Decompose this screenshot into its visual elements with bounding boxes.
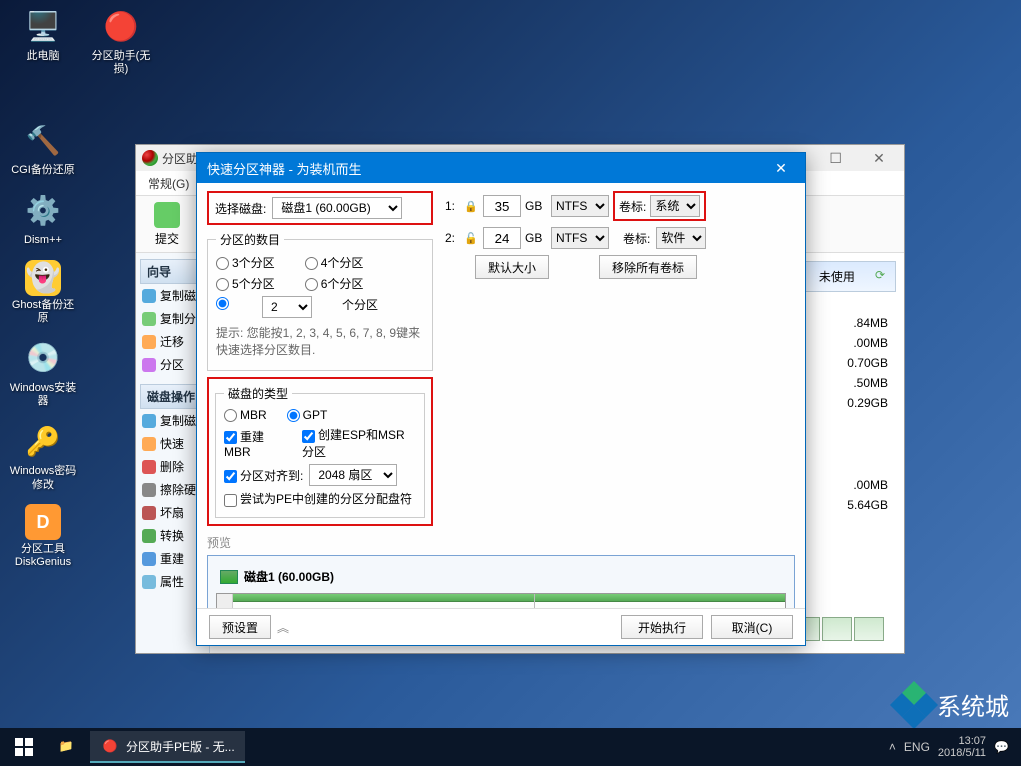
left-column: 选择磁盘: 磁盘1 (60.00GB) 分区的数目 3个分区 4个分区 5个分区… (207, 191, 433, 526)
dialog-title: 快速分区神器 - 为装机而生 (207, 159, 362, 178)
check-align[interactable]: 分区对齐到: (224, 467, 303, 484)
watermark: 系统城 (897, 687, 1009, 722)
desktop-icons: 🖥️此电脑 🔴分区助手(无损) 🔨CGI备份还原 ⚙️Dism++ 👻Ghost… (8, 5, 78, 581)
radio-5parts[interactable]: 5个分区 (216, 275, 275, 292)
start-button[interactable]: 开始执行 (621, 615, 703, 639)
preset-button[interactable]: 预设置 (209, 615, 271, 639)
taskbar-item-app[interactable]: 🔴 分区助手PE版 - 无... (90, 731, 245, 763)
segment-system[interactable]: 系统 35.00GB NTFS (233, 594, 534, 608)
start-button[interactable] (4, 728, 44, 766)
radio-3parts[interactable]: 3个分区 (216, 254, 275, 271)
ime-indicator[interactable]: ENG (904, 740, 930, 754)
default-size-button[interactable]: 默认大小 (475, 255, 549, 279)
app-icon (142, 150, 158, 166)
system-tray: ˄ ENG 13:07 2018/5/11 💬 (881, 735, 1017, 759)
chevron-icon: ︽ (277, 619, 289, 636)
radio-mbr[interactable]: MBR (224, 408, 267, 422)
radio-gpt[interactable]: GPT (287, 408, 328, 422)
partition-row-1: 1: 🔒 GB NTFS 卷标: 系统 (445, 191, 795, 221)
hint-text: 提示: 您能按1, 2, 3, 4, 5, 6, 7, 8, 9键来快速选择分区… (216, 320, 424, 362)
notifications-icon[interactable]: 💬 (994, 740, 1009, 754)
preview-box: 磁盘1 (60.00GB) 2 系统 35.00GB NTFS 软件 25.00… (207, 555, 795, 608)
radio-4parts[interactable]: 4个分区 (305, 254, 364, 271)
volume-label-highlight: 卷标: 系统 (613, 191, 706, 221)
partition-bar: 2 系统 35.00GB NTFS 软件 25.00GB NTFS (216, 593, 786, 608)
right-column: 1: 🔒 GB NTFS 卷标: 系统 2: 🔓 GB NTFS (437, 191, 795, 279)
dialog-footer: 预设置 ︽ 开始执行 取消(C) (197, 608, 805, 645)
unlock-icon[interactable]: 🔓 (463, 230, 479, 246)
dialog-close-button[interactable]: ✕ (767, 157, 795, 179)
quick-partition-dialog: 快速分区神器 - 为装机而生 ✕ 选择磁盘: 磁盘1 (60.00GB) 分区的… (196, 152, 806, 646)
align-select[interactable]: 2048 扇区 (309, 464, 397, 486)
tray-chevron-icon[interactable]: ˄ (889, 740, 896, 754)
preview-disk-name: 磁盘1 (60.00GB) (244, 568, 334, 585)
refresh-icon[interactable]: ⟳ (875, 268, 885, 285)
vol-select-1[interactable]: 系统 (650, 195, 700, 217)
disk-type-highlight: 磁盘的类型 MBR GPT 重建MBR 创建ESP和MSR分区 分区对齐到: 2… (207, 377, 433, 526)
taskbar-item-explorer[interactable]: 📁 (46, 731, 86, 763)
fs-select-1[interactable]: NTFS (551, 195, 609, 217)
cancel-button[interactable]: 取消(C) (711, 615, 793, 639)
radio-6parts[interactable]: 6个分区 (305, 275, 364, 292)
radio-custom[interactable] (216, 296, 232, 318)
close-button[interactable]: ✕ (860, 148, 898, 168)
partition-count-fieldset: 分区的数目 3个分区 4个分区 5个分区 6个分区 2 个分区 提示: 您能按 (207, 231, 433, 371)
vol-select-2[interactable]: 软件 (656, 227, 706, 249)
windows-logo-icon (15, 738, 33, 756)
app-taskbar-icon: 🔴 (100, 736, 120, 756)
partition-row-2: 2: 🔓 GB NTFS 卷标: 软件 (445, 227, 795, 249)
folder-icon: 📁 (56, 736, 76, 756)
desktop-icon-cgi[interactable]: 🔨CGI备份还原 (8, 119, 78, 177)
custom-count-select[interactable]: 2 (262, 296, 312, 318)
size-input-2[interactable] (483, 227, 521, 249)
desktop-icon-this-pc[interactable]: 🖥️此电脑 (8, 5, 78, 63)
menu-general[interactable]: 常规(G) (148, 175, 189, 192)
check-rebuild-mbr[interactable]: 重建MBR (224, 428, 284, 459)
desktop-icon-dism[interactable]: ⚙️Dism++ (8, 189, 78, 247)
dialog-titlebar[interactable]: 快速分区神器 - 为装机而生 ✕ (197, 153, 805, 183)
desktop-icon-winpwd[interactable]: 🔑Windows密码修改 (8, 420, 78, 491)
fs-select-2[interactable]: NTFS (551, 227, 609, 249)
desktop-icon-wininstall[interactable]: 💿Windows安装器 (8, 337, 78, 408)
disk-icon (220, 570, 238, 584)
size-input-1[interactable] (483, 195, 521, 217)
maximize-button[interactable]: ☐ (817, 148, 855, 168)
watermark-icon (890, 680, 938, 728)
disk-select[interactable]: 磁盘1 (60.00GB) (272, 197, 402, 219)
segment-software[interactable]: 软件 25.00GB NTFS (535, 594, 785, 608)
select-disk-label: 选择磁盘: (215, 200, 266, 217)
clock[interactable]: 13:07 2018/5/11 (938, 735, 986, 759)
desktop-icon-ghost[interactable]: 👻Ghost备份还原 (8, 260, 78, 325)
taskbar: 📁 🔴 分区助手PE版 - 无... ˄ ENG 13:07 2018/5/11… (0, 728, 1021, 766)
desktop-icon-diskgenius[interactable]: D分区工具DiskGenius (8, 504, 78, 569)
check-create-esp[interactable]: 创建ESP和MSR分区 (302, 426, 416, 460)
desktop-icon-partition-assistant[interactable]: 🔴分区助手(无损) (86, 5, 156, 76)
check-assign-letter[interactable]: 尝试为PE中创建的分区分配盘符 (224, 490, 412, 507)
select-disk-highlight: 选择磁盘: 磁盘1 (60.00GB) (207, 191, 433, 225)
remove-labels-button[interactable]: 移除所有卷标 (599, 255, 697, 279)
preview-label: 预览 (207, 534, 795, 551)
tool-commit[interactable]: 提交 (144, 202, 190, 247)
lock-icon[interactable]: 🔒 (463, 198, 479, 214)
